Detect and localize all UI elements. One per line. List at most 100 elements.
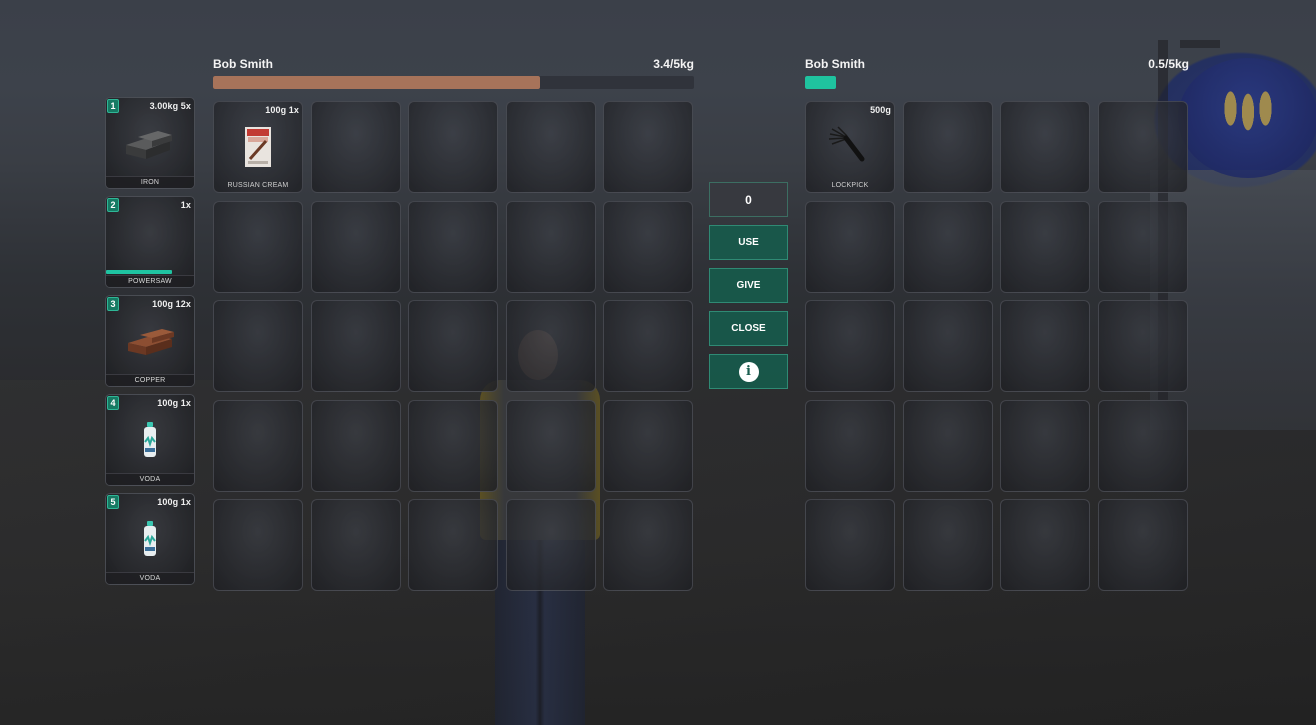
- use-button[interactable]: USE: [709, 225, 788, 260]
- gas-station-sign: [1178, 58, 1316, 178]
- inventory-slot[interactable]: [408, 300, 498, 392]
- item-name: VODA: [106, 473, 194, 485]
- inventory-slot[interactable]: [1000, 200, 1090, 293]
- secondary-inventory-header: Bob Smith 0.5/5kg: [805, 57, 1189, 89]
- weight-bar-fill: [213, 76, 541, 89]
- water-bottle-icon: [106, 409, 194, 471]
- item-name: POWERSAW: [106, 275, 194, 287]
- inventory-slot[interactable]: [805, 300, 895, 392]
- inventory-slot[interactable]: [310, 101, 401, 193]
- player-inventory-header: Bob Smith 3.4/5kg: [213, 57, 694, 89]
- slot-number-badge: 5: [107, 495, 119, 509]
- powersaw-icon: [106, 211, 194, 273]
- inventory-slot[interactable]: [1000, 300, 1090, 392]
- info-icon: i: [738, 361, 759, 382]
- amount-input[interactable]: [709, 182, 788, 217]
- inventory-owner-name: Bob Smith: [213, 57, 273, 71]
- item-name: RUSSIAN CREAM: [227, 182, 289, 189]
- item-weight-count: 1x: [180, 200, 191, 210]
- secondary-inventory-grid: 500g LOCKPICK: [805, 101, 1188, 591]
- inventory-slot[interactable]: [408, 200, 498, 293]
- item-name: LOCKPICK: [831, 182, 869, 189]
- inventory-slot[interactable]: [603, 200, 693, 293]
- water-bottle-icon: [106, 508, 194, 570]
- inventory-weight-bar: [805, 76, 1189, 89]
- inventory-slot[interactable]: [603, 101, 693, 193]
- inventory-slot[interactable]: [902, 499, 993, 591]
- inventory-slot[interactable]: [805, 399, 895, 492]
- inventory-slot[interactable]: [1000, 399, 1090, 492]
- inventory-slot[interactable]: [1097, 200, 1188, 293]
- inventory-weight-text: 0.5/5kg: [1148, 57, 1189, 71]
- street-pole-arm: [1180, 40, 1220, 48]
- give-button[interactable]: GIVE: [709, 268, 788, 303]
- player-inventory-grid: 100g 1x RUSSIAN CREAM: [213, 101, 693, 591]
- inventory-slot[interactable]: [213, 300, 303, 392]
- hotbar-slot-1[interactable]: 1 3.00kg 5x IRON: [105, 97, 195, 189]
- inventory-slot[interactable]: [902, 200, 993, 293]
- inventory-slot[interactable]: [213, 399, 303, 492]
- inventory-slot[interactable]: [505, 300, 596, 392]
- russian-cream-pack-icon: [214, 116, 302, 178]
- inventory-slot[interactable]: [1097, 499, 1188, 591]
- inventory-slot[interactable]: [1000, 499, 1090, 591]
- hotbar-slot-3[interactable]: 3 100g 12x COPPER: [105, 295, 195, 387]
- inventory-slot[interactable]: [310, 300, 401, 392]
- inventory-slot[interactable]: [603, 399, 693, 492]
- inventory-weight-text: 3.4/5kg: [653, 57, 694, 71]
- inventory-slot[interactable]: [902, 399, 993, 492]
- slot-number-badge: 3: [107, 297, 119, 311]
- item-name: VODA: [106, 572, 194, 584]
- durability-bar: [106, 270, 194, 274]
- item-weight-count: 100g 12x: [152, 299, 191, 309]
- inventory-slot[interactable]: [1097, 101, 1188, 193]
- durability-fill: [106, 270, 172, 274]
- inventory-owner-name: Bob Smith: [805, 57, 865, 71]
- info-button[interactable]: i: [709, 354, 788, 389]
- inventory-slot[interactable]: [213, 499, 303, 591]
- inventory-slot[interactable]: [505, 499, 596, 591]
- slot-number-badge: 4: [107, 396, 119, 410]
- inventory-slot[interactable]: [603, 499, 693, 591]
- item-weight-count: 100g 1x: [157, 398, 191, 408]
- hotbar-slot-2[interactable]: 2 1x POWERSAW: [105, 196, 195, 288]
- inventory-slot[interactable]: [1000, 101, 1090, 193]
- item-weight-count: 100g 1x: [157, 497, 191, 507]
- slot-number-badge: 1: [107, 99, 119, 113]
- inventory-slot[interactable]: [902, 101, 993, 193]
- hotbar-slot-4[interactable]: 4 100g 1x VODA: [105, 394, 195, 486]
- hotbar-slot-5[interactable]: 5 100g 1x VODA: [105, 493, 195, 585]
- inventory-slot[interactable]: [1097, 399, 1188, 492]
- inventory-weight-bar: [213, 76, 694, 89]
- inventory-slot[interactable]: [213, 200, 303, 293]
- copper-bars-icon: [106, 310, 194, 372]
- item-weight-count: 3.00kg 5x: [149, 101, 191, 111]
- item-weight-count: 500g: [870, 105, 891, 115]
- inventory-slot[interactable]: [310, 499, 401, 591]
- inventory-slot[interactable]: [805, 200, 895, 293]
- weight-bar-fill: [805, 76, 836, 89]
- hotbar: 1 3.00kg 5x IRON 2 1x POWERSAW 3 100g 12…: [105, 97, 195, 592]
- item-name: IRON: [106, 176, 194, 188]
- inventory-slot[interactable]: [408, 399, 498, 492]
- inventory-slot[interactable]: [902, 300, 993, 392]
- inventory-slot[interactable]: [408, 499, 498, 591]
- inventory-slot[interactable]: [603, 300, 693, 392]
- lockpick-icon: [806, 116, 894, 178]
- inventory-slot[interactable]: [805, 499, 895, 591]
- inventory-slot[interactable]: [408, 101, 498, 193]
- item-name: COPPER: [106, 374, 194, 386]
- inventory-slot[interactable]: [1097, 300, 1188, 392]
- inventory-slot[interactable]: 500g LOCKPICK: [805, 101, 895, 193]
- inventory-slot[interactable]: [310, 399, 401, 492]
- inventory-slot[interactable]: 100g 1x RUSSIAN CREAM: [213, 101, 303, 193]
- inventory-slot[interactable]: [505, 399, 596, 492]
- iron-ingot-icon: [106, 112, 194, 174]
- inventory-slot[interactable]: [310, 200, 401, 293]
- inventory-slot[interactable]: [505, 200, 596, 293]
- slot-number-badge: 2: [107, 198, 119, 212]
- inventory-slot[interactable]: [505, 101, 596, 193]
- close-button[interactable]: CLOSE: [709, 311, 788, 346]
- item-weight-count: 100g 1x: [265, 105, 299, 115]
- action-panel: USE GIVE CLOSE i: [709, 182, 788, 397]
